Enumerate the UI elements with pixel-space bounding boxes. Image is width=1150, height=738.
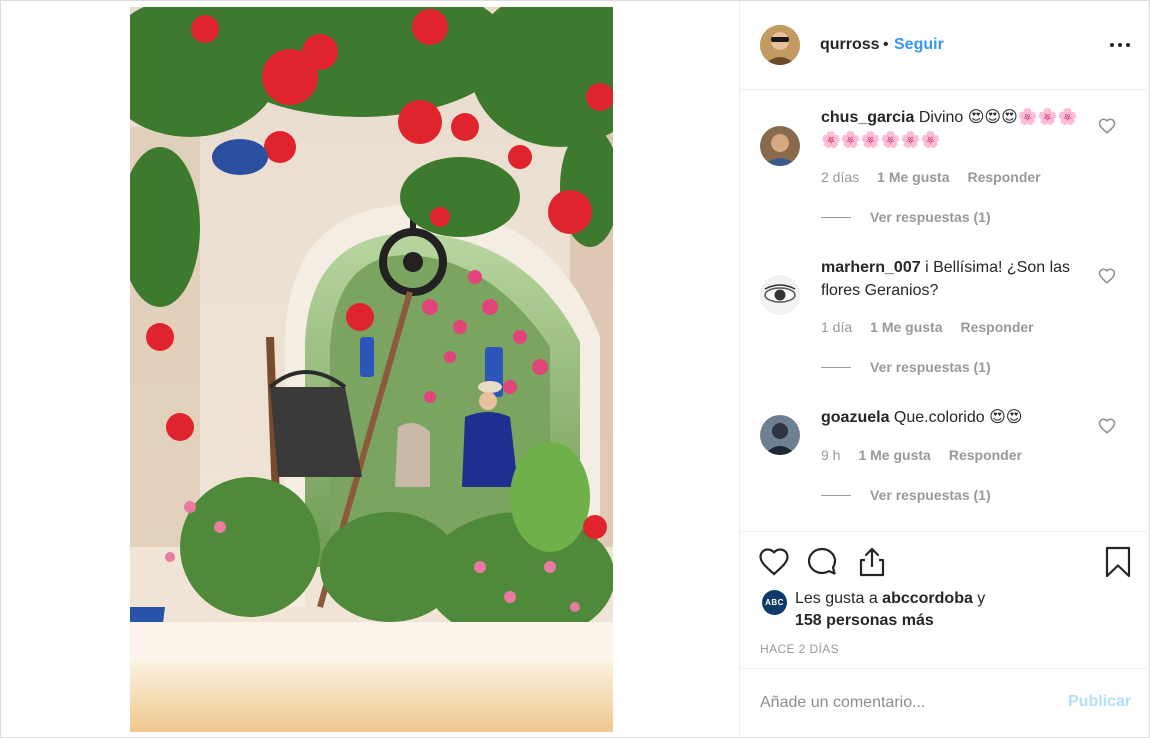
follow-button[interactable]: Seguir: [894, 36, 944, 54]
comment-like-heart-icon[interactable]: [1098, 417, 1116, 435]
comment-likes[interactable]: 1 Me gusta: [870, 319, 942, 335]
replies-divider: [821, 216, 851, 218]
patio-flowers-image: [130, 7, 613, 732]
post-header: qurross • Seguir: [740, 1, 1150, 90]
comment-icon[interactable]: [806, 546, 838, 578]
replies-divider: [821, 494, 851, 496]
likes-text: Les gusta a abccordoba y 158 personas má…: [795, 588, 1025, 632]
view-replies-label: Ver respuestas (1): [870, 359, 991, 375]
comment-text: marhern_007 i Bellísima! ¿Son las flores…: [821, 256, 1086, 302]
comment-text: chus_garcia Divino 😍😍😍🌸🌸🌸🌸🌸🌸🌸🌸🌸: [821, 106, 1086, 152]
liker-username[interactable]: abccordoba: [882, 590, 973, 607]
comment-item: goazuela Que.colorido 😍😍 9 h 1 Me gusta …: [740, 391, 1150, 531]
comment-meta: 9 h 1 Me gusta Responder: [821, 447, 1022, 463]
comment-reply-button[interactable]: Responder: [968, 169, 1041, 185]
post-timestamp[interactable]: HACE 2 DÍAS: [760, 642, 839, 656]
comment-likes[interactable]: 1 Me gusta: [858, 447, 930, 463]
comment-username[interactable]: marhern_007: [821, 259, 921, 276]
comment-reply-button[interactable]: Responder: [949, 447, 1022, 463]
add-comment-bar: Publicar: [740, 668, 1150, 737]
comment-body: Que.colorido 😍😍: [893, 409, 1023, 426]
likes-prefix: Les gusta a: [795, 590, 883, 607]
comment-time[interactable]: 2 días: [821, 169, 859, 185]
likes-suffix: y: [972, 590, 986, 607]
comment-meta: 1 día 1 Me gusta Responder: [821, 319, 1034, 335]
comment-time[interactable]: 9 h: [821, 447, 840, 463]
author-avatar[interactable]: [760, 25, 800, 65]
comment-username[interactable]: goazuela: [821, 409, 889, 426]
likes-count[interactable]: 158 personas más: [795, 612, 934, 629]
liker-avatar[interactable]: ABC: [762, 590, 787, 615]
comment-likes[interactable]: 1 Me gusta: [877, 169, 949, 185]
like-heart-icon[interactable]: [758, 546, 790, 578]
view-replies-label: Ver respuestas (1): [870, 209, 991, 225]
post-side-panel: qurross • Seguir chus_garcia Divino 😍😍😍🌸…: [739, 1, 1150, 737]
comment-avatar[interactable]: [760, 275, 800, 315]
publish-button[interactable]: Publicar: [1068, 693, 1131, 711]
more-options-icon[interactable]: [1108, 37, 1132, 53]
post-actions: ABC Les gusta a abccordoba y 158 persona…: [740, 531, 1150, 668]
comment-username[interactable]: chus_garcia: [821, 109, 914, 126]
comment-text: goazuela Que.colorido 😍😍: [821, 406, 1086, 429]
comment-item: marhern_007 i Bellísima! ¿Son las flores…: [740, 241, 1150, 391]
comment-avatar[interactable]: [760, 126, 800, 166]
comment-avatar[interactable]: [760, 415, 800, 455]
view-replies-button[interactable]: Ver respuestas (1): [821, 359, 991, 375]
comment-meta: 2 días 1 Me gusta Responder: [821, 169, 1041, 185]
author-username[interactable]: qurross: [820, 36, 880, 54]
replies-divider: [821, 366, 851, 368]
post-window: qurross • Seguir chus_garcia Divino 😍😍😍🌸…: [0, 0, 1150, 738]
header-separator: •: [883, 36, 889, 53]
add-comment-input[interactable]: [760, 691, 1060, 715]
view-replies-button[interactable]: Ver respuestas (1): [821, 487, 991, 503]
comments-list: chus_garcia Divino 😍😍😍🌸🌸🌸🌸🌸🌸🌸🌸🌸 2 días 1…: [740, 91, 1150, 531]
comment-time[interactable]: 1 día: [821, 319, 852, 335]
comment-like-heart-icon[interactable]: [1098, 267, 1116, 285]
save-bookmark-icon[interactable]: [1102, 546, 1134, 578]
view-replies-button[interactable]: Ver respuestas (1): [821, 209, 991, 225]
view-replies-label: Ver respuestas (1): [870, 487, 991, 503]
comment-item: chus_garcia Divino 😍😍😍🌸🌸🌸🌸🌸🌸🌸🌸🌸 2 días 1…: [740, 91, 1150, 241]
share-icon[interactable]: [856, 546, 888, 578]
comment-like-heart-icon[interactable]: [1098, 117, 1116, 135]
comment-reply-button[interactable]: Responder: [961, 319, 1034, 335]
post-photo[interactable]: [130, 7, 613, 732]
